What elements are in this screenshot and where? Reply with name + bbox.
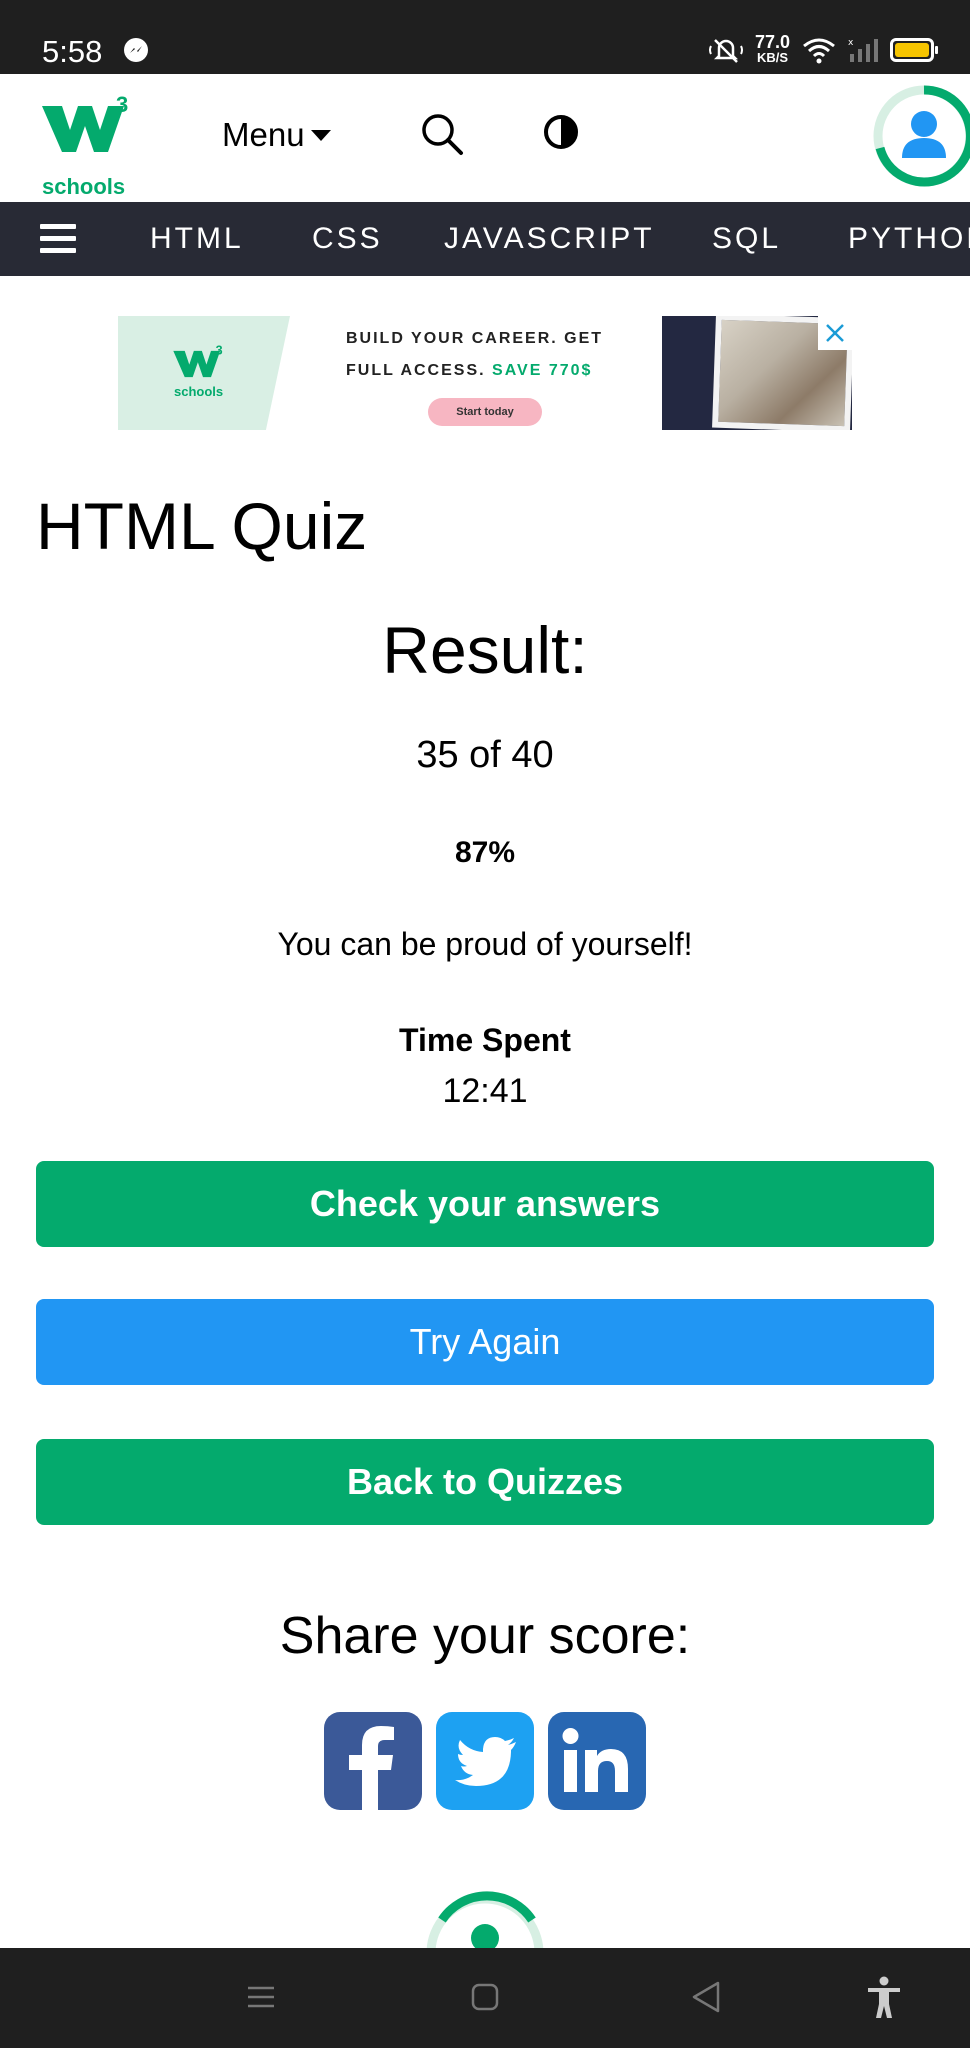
svg-text:x: x — [848, 38, 854, 48]
ad-banner[interactable]: 3 schools BUILD YOUR CAREER. GET FULL AC… — [118, 316, 852, 430]
search-icon[interactable] — [420, 112, 464, 156]
accessibility-icon[interactable] — [866, 1976, 902, 2020]
mute-icon — [708, 39, 743, 63]
caret-down-icon — [310, 129, 331, 141]
check-answers-button[interactable]: Check your answers — [36, 1161, 934, 1247]
ad-logo-panel: 3 schools — [118, 316, 290, 430]
user-avatar-icon[interactable] — [872, 84, 970, 188]
menu-button[interactable]: Menu — [222, 116, 331, 154]
linkedin-share-button[interactable] — [548, 1712, 646, 1810]
logo-text: schools — [42, 174, 126, 199]
ad-subline-prefix: FULL ACCESS. — [346, 362, 486, 379]
status-icons: 77.0 KB/S x — [708, 30, 938, 70]
page-title: HTML Quiz — [36, 489, 368, 563]
nav-item-css[interactable]: CSS — [312, 222, 383, 256]
svg-text:3: 3 — [116, 94, 128, 117]
recent-apps-icon[interactable] — [246, 1982, 276, 2012]
ad-subline-highlight: SAVE 770$ — [492, 362, 593, 379]
nav-item-javascript[interactable]: JAVASCRIPT — [444, 222, 655, 256]
twitter-icon — [455, 1737, 516, 1786]
ad-logo-text: schools — [174, 384, 224, 399]
linkedin-icon — [562, 1728, 628, 1792]
menu-label: Menu — [222, 116, 305, 153]
close-icon[interactable] — [818, 316, 852, 350]
score-percent: 87% — [454, 836, 516, 869]
net-speed: 77.0 KB/S — [754, 32, 790, 66]
top-navbar: 3 schools Menu — [0, 74, 970, 202]
wifi-icon — [803, 38, 835, 64]
facebook-share-button[interactable] — [324, 1712, 422, 1810]
result-heading: Result: — [382, 613, 588, 687]
android-nav-bar — [0, 1948, 970, 2048]
time-spent-value: 12:41 — [442, 1072, 528, 1110]
ad-w3-logo-icon: 3 — [173, 344, 223, 378]
twitter-share-button[interactable] — [436, 1712, 534, 1810]
time-spent-label: Time Spent — [399, 1022, 571, 1058]
ad-subline: FULL ACCESS. SAVE 770$ — [346, 362, 592, 380]
w3schools-logo[interactable]: 3 schools — [40, 92, 140, 199]
w3-logo-icon: 3 — [42, 92, 128, 152]
signal-icon: x — [848, 38, 878, 62]
hamburger-menu-icon[interactable] — [40, 224, 76, 254]
result-message: You can be proud of yourself! — [277, 926, 693, 962]
contrast-icon[interactable] — [543, 114, 579, 150]
ad-cta-button[interactable]: Start today — [428, 398, 542, 426]
nav-item-python[interactable]: PYTHON — [848, 222, 970, 256]
svg-text:3: 3 — [216, 344, 223, 357]
score-text: 35 of 40 — [416, 734, 554, 776]
ad-headline: BUILD YOUR CAREER. GET — [346, 330, 604, 347]
messenger-icon — [124, 38, 148, 62]
nav-item-html[interactable]: HTML — [150, 222, 244, 256]
subject-nav: HTML CSS JAVASCRIPT SQL PYTHON — [0, 202, 970, 276]
nav-item-sql[interactable]: SQL — [712, 222, 781, 256]
home-icon[interactable] — [470, 1982, 500, 2012]
back-to-quizzes-button[interactable]: Back to Quizzes — [36, 1439, 934, 1525]
status-bar: 5:58 77.0 KB/S x — [0, 0, 970, 74]
back-icon[interactable] — [690, 1980, 722, 2014]
footer-avatar-icon — [426, 1891, 544, 1950]
net-speed-value: 77.0 — [754, 32, 790, 52]
battery-icon — [890, 38, 938, 62]
status-time: 5:58 — [42, 34, 103, 69]
net-speed-unit: KB/S — [756, 50, 788, 65]
try-again-button[interactable]: Try Again — [36, 1299, 934, 1385]
facebook-icon — [349, 1726, 394, 1810]
share-heading: Share your score: — [279, 1607, 691, 1665]
